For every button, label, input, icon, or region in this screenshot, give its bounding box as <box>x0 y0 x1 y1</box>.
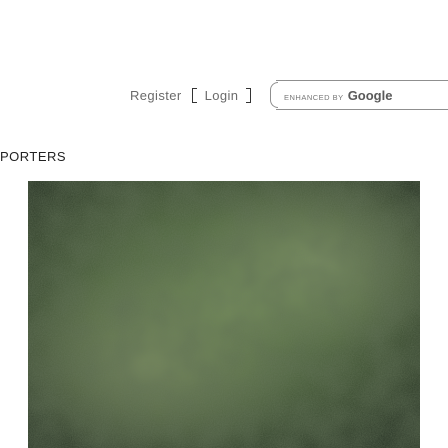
hero-photo-icon <box>28 181 420 448</box>
hero-image <box>28 181 420 448</box>
search-input[interactable]: ENHANCED BY Google <box>270 80 448 110</box>
search-border-bottom <box>276 109 448 110</box>
register-link[interactable]: Register <box>130 88 182 103</box>
enhanced-by-text: ENHANCED BY <box>284 93 344 102</box>
search-border-left <box>270 82 278 108</box>
account-links: Register Login <box>130 82 252 108</box>
search-branding: ENHANCED BY Google <box>284 88 392 103</box>
google-logo-text: Google <box>347 88 393 103</box>
page: Register Login ENHANCED BY Google PORTER… <box>0 0 448 448</box>
login-link[interactable]: Login <box>191 86 252 105</box>
search-border-top <box>276 80 448 81</box>
section-title: PORTERS <box>0 149 67 164</box>
